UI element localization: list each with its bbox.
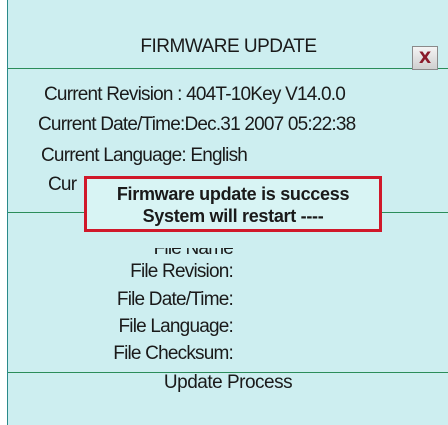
dialog-title-bar: FIRMWARE UPDATE X <box>8 14 448 70</box>
dialog-title: FIRMWARE UPDATE <box>140 36 317 57</box>
file-checksum-label: File Checksum: <box>113 343 234 364</box>
file-revision-label: File Revision: <box>130 261 234 282</box>
update-process-label: Update Process <box>163 372 293 393</box>
current-language: Current Language: English <box>41 145 248 166</box>
file-language-label: File Language: <box>118 316 233 337</box>
file-datetime-label: File Date/Time: <box>116 289 234 310</box>
close-icon: X <box>418 48 432 67</box>
current-datetime: Current Date/Time:Dec.31 2007 05:22:38 <box>38 114 356 135</box>
success-message-popup: Firmware update is success System will r… <box>84 176 382 232</box>
current-revision: Current Revision : 404T-10Key V14.0.0 <box>44 84 346 105</box>
popup-message-line-1: Firmware update is success <box>116 184 350 204</box>
current-partial-label: Cur <box>48 174 77 195</box>
close-button[interactable]: X <box>412 46 438 70</box>
popup-message-line-2: System will restart ---- <box>142 206 324 226</box>
file-name-label: File Name <box>153 238 233 259</box>
